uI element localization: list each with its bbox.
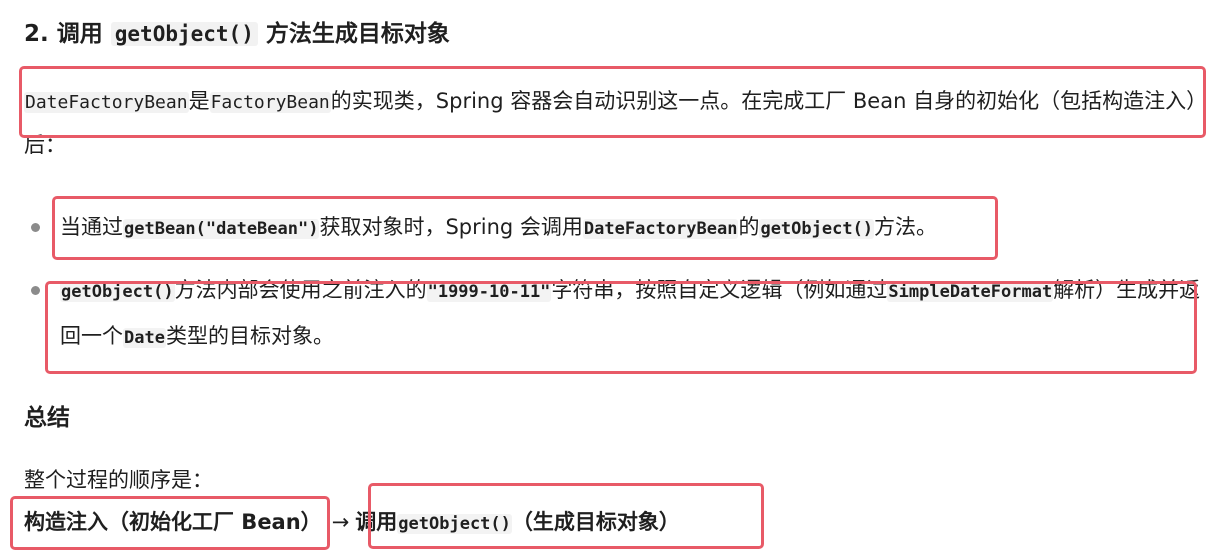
bullet-dot-icon [31,286,40,295]
process-sequence: 构造注入（初始化工厂 Bean） → 调用getObject()（生成目标对象） [24,502,680,544]
bullet-2-text-1: 方法内部会使用之前注入的 [174,278,427,302]
bullet-2-code-getobject: getObject() [60,282,175,302]
bullet-2-text-2: 字符串，按照自定义逻辑（例如通过 [551,278,888,302]
paragraph-code-datefactorybean: DateFactoryBean [24,92,189,113]
heading-suffix: 方法生成目标对象 [257,21,450,47]
bullet-item-2: getObject()方法内部会使用之前注入的"1999-10-11"字符串，按… [31,268,1210,360]
heading-code: getObject() [110,22,258,46]
document-page: 2. 调用 getObject() 方法生成目标对象 DateFactoryBe… [0,0,1224,550]
bullet-2-text-4: 类型的目标对象。 [165,324,334,348]
bullet-1-text-3: 的 [738,215,760,239]
bullet-1-code-getbean: getBean("dateBean") [123,219,320,239]
paragraph-text-1: 是 [188,89,210,113]
summary-title: 总结 [24,405,70,431]
bullet-2-code-date-string: "1999-10-11" [426,282,552,302]
sequence-arrow-icon: → [331,510,350,534]
bullet-1-code-datefactorybean: DateFactoryBean [582,219,739,239]
intro-paragraph: DateFactoryBean是FactoryBean的实现类，Spring 容… [24,80,1204,166]
heading-prefix: 2. 调用 [24,21,111,47]
sequence-step-2-suffix: （生成目标对象） [511,510,680,534]
bullet-dot-icon [31,223,40,232]
sequence-step-1: 构造注入（初始化工厂 Bean） [24,510,322,534]
sequence-step-2-code: getObject() [397,514,512,534]
bullet-1-text-2: 获取对象时，Spring 会调用 [319,215,583,239]
bullet-2-code-simpledateformat: SimpleDateFormat [887,282,1054,302]
bullet-1-text-4: 方法。 [874,215,938,239]
summary-intro: 整个过程的顺序是： [24,468,213,492]
bullet-item-1: 当通过getBean("dateBean")获取对象时，Spring 会调用Da… [31,205,1210,251]
sequence-step-2-prefix: 调用 [355,510,398,534]
section-heading: 2. 调用 getObject() 方法生成目标对象 [24,14,450,54]
bullet-1-code-getobject: getObject() [759,219,875,239]
bullet-2-code-date: Date [123,328,166,348]
paragraph-code-factorybean: FactoryBean [209,92,331,113]
bullet-1-text-1: 当通过 [60,215,123,239]
